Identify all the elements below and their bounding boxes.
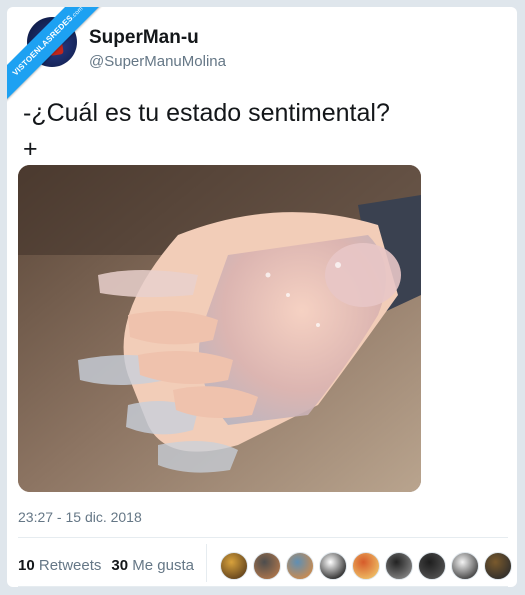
liker-avatar-6[interactable] [385, 552, 413, 580]
liker-avatar-1[interactable] [220, 552, 248, 580]
tweet-media-image[interactable] [18, 165, 421, 492]
stats-divider-bottom [18, 586, 508, 587]
watermark-text: VISTOENLASREDES [10, 13, 75, 78]
watermark: VISTOENLASREDES.com [7, 7, 117, 117]
liker-avatar-3[interactable] [286, 552, 314, 580]
likes-stat[interactable]: 30 Me gusta [111, 557, 194, 574]
retweets-stat[interactable]: 10 Retweets [18, 557, 101, 574]
glove-photo [18, 165, 421, 492]
likes-label: Me gusta [132, 557, 194, 574]
liker-avatar-5[interactable] [352, 552, 380, 580]
stats-divider-top [18, 537, 508, 538]
liker-avatar-2[interactable] [253, 552, 281, 580]
stats-separator [206, 544, 207, 582]
retweets-count: 10 [18, 557, 35, 574]
tweet-timestamp[interactable]: 23:27 - 15 dic. 2018 [18, 509, 142, 525]
liker-avatar-9[interactable] [484, 552, 512, 580]
watermark-suffix: .com [70, 7, 85, 20]
tweet-stats: 10 Retweets 30 Me gusta [18, 557, 194, 574]
likes-count: 30 [111, 557, 129, 574]
watermark-ribbon: VISTOENLASREDES.com [7, 7, 110, 103]
tweet-card: VISTOENLASREDES.com SuperMan-u @SuperMan… [7, 7, 517, 587]
liker-avatars [220, 552, 512, 580]
liker-avatar-4[interactable] [319, 552, 347, 580]
retweets-label: Retweets [38, 557, 102, 574]
liker-avatar-8[interactable] [451, 552, 479, 580]
liker-avatar-7[interactable] [418, 552, 446, 580]
